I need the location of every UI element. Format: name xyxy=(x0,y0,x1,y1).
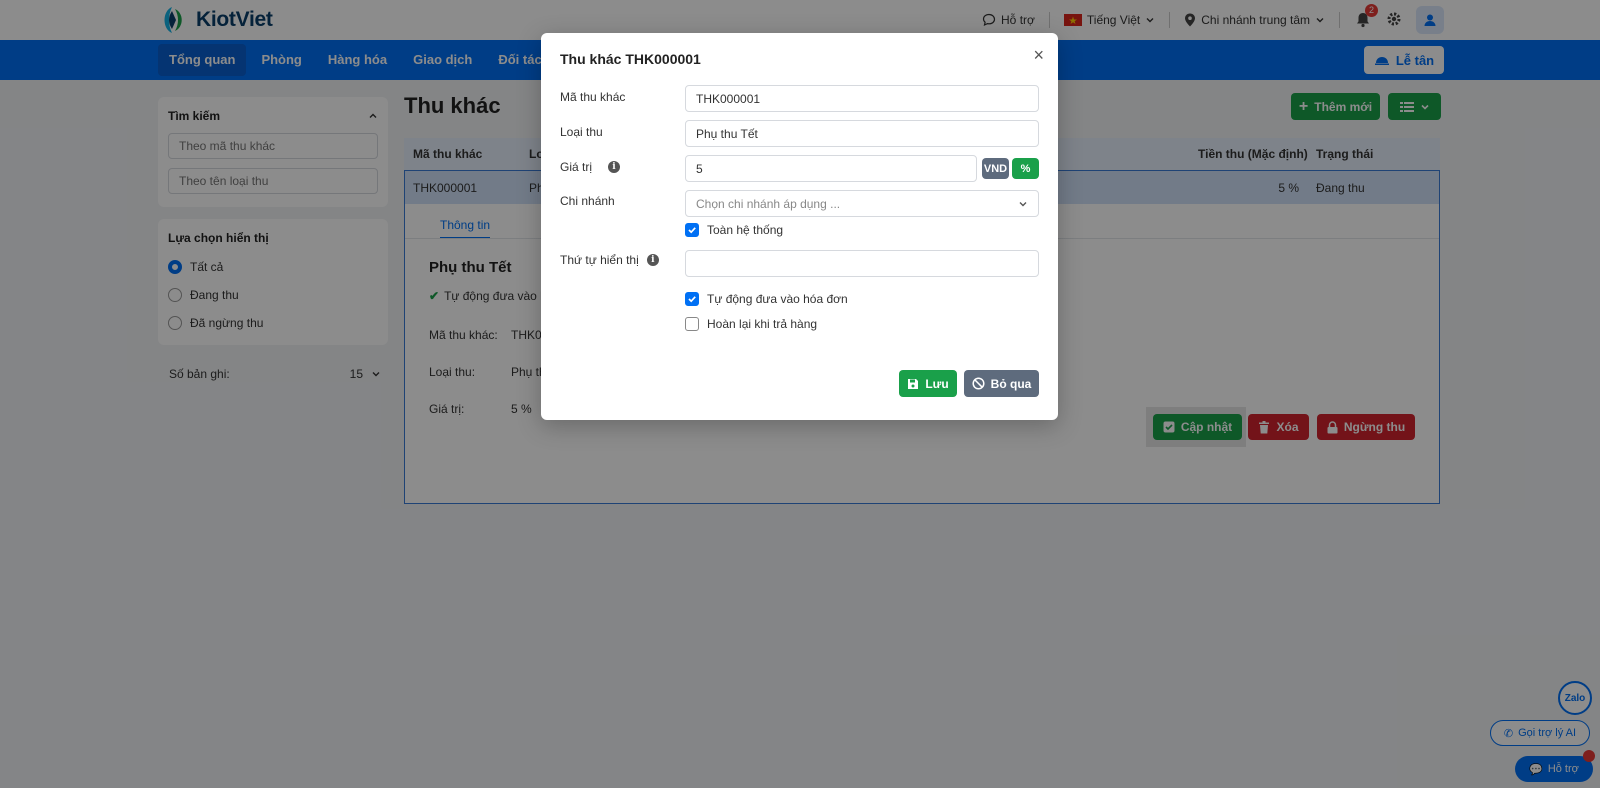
checkbox-label: Hoàn lại khi trả hàng xyxy=(707,317,818,331)
display-order-input[interactable] xyxy=(685,250,1039,277)
info-icon[interactable]: i xyxy=(608,161,621,173)
branch-placeholder: Chọn chi nhánh áp dụng ... xyxy=(696,196,841,211)
ban-icon xyxy=(972,377,985,390)
value-input[interactable]: 5 xyxy=(685,155,977,182)
save-button[interactable]: Lưu xyxy=(899,370,957,397)
close-icon[interactable]: × xyxy=(1033,45,1044,66)
skip-label: Bỏ qua xyxy=(990,376,1032,391)
checkbox-label: Toàn hệ thống xyxy=(707,223,784,237)
auto-invoice-checkbox[interactable] xyxy=(685,292,699,306)
type-input[interactable]: Phụ thu Tết xyxy=(685,120,1039,147)
checkmark-icon xyxy=(688,227,696,234)
whole-system-checkbox-row[interactable]: Toàn hệ thống xyxy=(685,223,783,237)
unit-vnd-toggle[interactable]: VND xyxy=(982,158,1009,179)
branch-select[interactable]: Chọn chi nhánh áp dụng ... xyxy=(685,190,1039,217)
chevron-down-icon xyxy=(1019,201,1027,206)
checkmark-icon xyxy=(688,296,696,303)
whole-system-checkbox[interactable] xyxy=(685,223,699,237)
code-input[interactable]: THK000001 xyxy=(685,85,1039,112)
label-text: Giá trị xyxy=(560,160,593,174)
edit-other-income-dialog: Thu khác THK000001 × Mã thu khác THK0000… xyxy=(541,33,1058,420)
input-value: 5 xyxy=(696,161,703,176)
value-label: Giá trị i xyxy=(560,160,621,174)
input-value: Phụ thu Tết xyxy=(696,126,758,141)
input-value: THK000001 xyxy=(696,91,761,106)
code-label: Mã thu khác xyxy=(560,90,625,104)
auto-invoice-checkbox-row[interactable]: Tự động đưa vào hóa đơn xyxy=(685,292,848,306)
unit-percent-label: % xyxy=(1020,162,1031,175)
save-label: Lưu xyxy=(925,376,949,391)
unit-percent-toggle[interactable]: % xyxy=(1012,158,1039,179)
info-icon[interactable]: i xyxy=(646,254,659,266)
unit-vnd-label: VND xyxy=(983,162,1008,175)
label-text: Mã thu khác xyxy=(560,90,626,104)
refund-checkbox[interactable] xyxy=(685,317,699,331)
skip-button[interactable]: Bỏ qua xyxy=(964,370,1039,397)
checkbox-label: Tự động đưa vào hóa đơn xyxy=(707,292,848,306)
type-label: Loại thu xyxy=(560,125,603,139)
display-order-label: Thứ tự hiển thị i xyxy=(560,253,659,267)
refund-checkbox-row[interactable]: Hoàn lại khi trả hàng xyxy=(685,317,817,331)
label-text: Chi nhánh xyxy=(560,194,615,208)
label-text: Thứ tự hiển thị xyxy=(560,253,639,267)
label-text: Loại thu xyxy=(560,125,603,139)
dialog-title: Thu khác THK000001 xyxy=(560,51,701,67)
branch-label: Chi nhánh xyxy=(560,194,615,208)
floppy-disk-icon xyxy=(908,378,919,389)
